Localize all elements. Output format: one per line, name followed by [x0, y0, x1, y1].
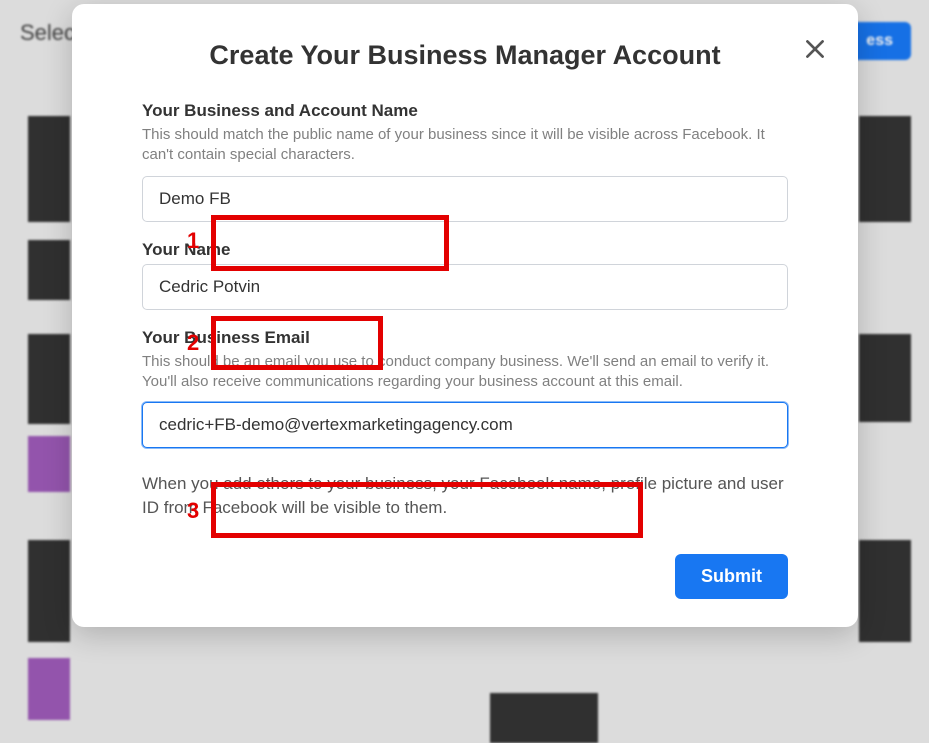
submit-button[interactable]: Submit — [675, 554, 788, 599]
business-name-field: Your Business and Account Name This shou… — [142, 101, 788, 222]
your-name-field: Your Name — [142, 240, 788, 310]
visibility-note: When you add others to your business, yo… — [142, 472, 788, 520]
business-email-label: Your Business Email — [142, 328, 788, 348]
modal-title: Create Your Business Manager Account — [142, 40, 788, 71]
create-business-modal: Create Your Business Manager Account You… — [72, 4, 858, 627]
annotation-num-2: 2 — [187, 330, 199, 356]
business-name-input[interactable] — [142, 176, 788, 222]
business-email-field: Your Business Email This should be an em… — [142, 328, 788, 449]
business-name-label: Your Business and Account Name — [142, 101, 788, 121]
business-name-desc: This should match the public name of you… — [142, 125, 788, 166]
annotation-num-3: 3 — [187, 498, 199, 524]
business-email-desc: This should be an email you use to condu… — [142, 352, 788, 393]
business-email-input[interactable] — [142, 402, 788, 448]
annotation-num-1: 1 — [187, 228, 199, 254]
your-name-input[interactable] — [142, 264, 788, 310]
close-icon[interactable] — [802, 36, 828, 62]
your-name-label: Your Name — [142, 240, 788, 260]
